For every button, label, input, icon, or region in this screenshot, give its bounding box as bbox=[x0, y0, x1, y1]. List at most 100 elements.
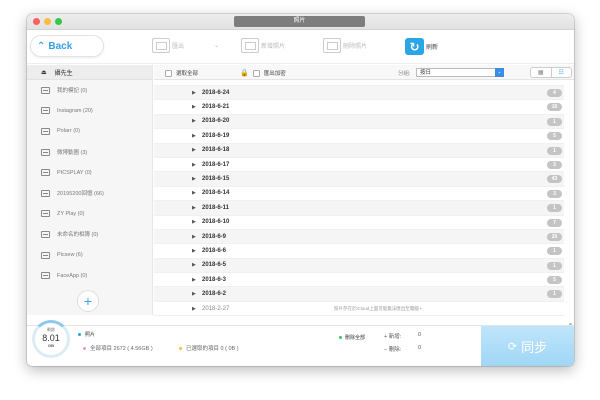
expand-triangle-icon[interactable]: ▶ bbox=[192, 219, 196, 225]
export-button[interactable]: 匯出 ⌄ bbox=[152, 38, 219, 53]
album-label: 未命名的相簿 (0) bbox=[57, 232, 99, 239]
sidebar-item[interactable]: 20195200回憶 (66) bbox=[27, 183, 152, 204]
table-row[interactable]: ▶ 2018-6-2 1 bbox=[154, 287, 564, 302]
refresh-button[interactable]: ↻ 刷新 bbox=[405, 38, 438, 55]
table-row[interactable]: ▶ 2018-6-14 3 bbox=[154, 187, 564, 202]
table-row[interactable]: ▶ 2018-2-27 照片存在於iCloud上面可能無法匯出至電腦 • bbox=[154, 301, 564, 317]
expand-triangle-icon[interactable]: ▶ bbox=[192, 90, 196, 96]
row-date: 2018-6-9 bbox=[202, 233, 227, 240]
table-row[interactable]: ▶ 2018-6-5 1 bbox=[154, 258, 564, 274]
photos-legend: 照片 bbox=[78, 331, 95, 338]
yellow-dot-icon bbox=[179, 346, 182, 350]
count-badge: 1 bbox=[547, 261, 562, 270]
row-date: 2018-6-21 bbox=[202, 104, 230, 111]
delete-photo-button[interactable]: 刪除照片 bbox=[323, 38, 367, 53]
add-album-button[interactable]: + bbox=[77, 290, 99, 312]
lock-icon: 🔒 bbox=[240, 70, 249, 77]
close-window-button[interactable] bbox=[33, 18, 40, 25]
expand-triangle-icon[interactable]: ▶ bbox=[192, 277, 196, 283]
grid-view-button[interactable]: ▦ bbox=[531, 68, 551, 77]
sidebar-item[interactable]: 未命名的相簿 (0) bbox=[27, 224, 152, 245]
sidebar-header[interactable]: ⏏ 攝先生 bbox=[27, 65, 152, 80]
new-photo-button[interactable]: 新增照片 bbox=[241, 38, 285, 53]
table-row[interactable]: ▶ 2018-6-11 1 bbox=[154, 201, 564, 216]
delete-count-label: − 刪除: bbox=[384, 347, 402, 353]
photos-label: 照片 bbox=[85, 332, 96, 338]
checkbox-icon bbox=[165, 69, 172, 77]
photo-list-panel: 選取全部 🔒 匯出加密 分組: 按日 ⌄ ▦ ☷ ▶ 2018-6-24 4 ▶ 20… bbox=[154, 65, 574, 337]
refresh-label: 刷新 bbox=[426, 45, 439, 51]
expand-triangle-icon[interactable]: ▶ bbox=[192, 306, 196, 312]
expand-triangle-icon[interactable]: ▶ bbox=[192, 162, 196, 168]
count-badge: 16 bbox=[547, 103, 562, 112]
list-view-button[interactable]: ☷ bbox=[550, 68, 572, 77]
count-badge: 3 bbox=[547, 160, 562, 169]
minimize-window-button[interactable] bbox=[44, 18, 51, 25]
sidebar-item[interactable]: Instagram (20) bbox=[27, 101, 152, 122]
table-row[interactable]: ▶ 2018-6-18 1 bbox=[154, 143, 564, 158]
table-row[interactable]: ▶ 2018-6-3 5 bbox=[154, 273, 564, 288]
sidebar-item[interactable]: PICSPLAY (0) bbox=[27, 162, 152, 183]
expand-triangle-icon[interactable]: ▶ bbox=[192, 118, 196, 124]
green-dot-icon bbox=[339, 336, 342, 339]
table-row[interactable]: ▶ 2018-6-19 5 bbox=[154, 129, 564, 144]
back-button[interactable]: ⌃ Back bbox=[30, 35, 104, 57]
table-row[interactable]: ▶ 2018-6-15 43 bbox=[154, 172, 564, 187]
count-badge: 1 bbox=[547, 117, 562, 126]
album-label: FaceApp (0) bbox=[57, 272, 88, 279]
expand-triangle-icon[interactable]: ▶ bbox=[192, 104, 196, 110]
expand-triangle-icon[interactable]: ▶ bbox=[192, 291, 196, 297]
sidebar-item[interactable]: ZY Play (0) bbox=[27, 204, 152, 225]
album-icon bbox=[41, 251, 50, 259]
expand-triangle-icon[interactable]: ▶ bbox=[192, 248, 196, 254]
delete-all-toggle[interactable]: 刪除全部 bbox=[339, 334, 365, 341]
group-by-select[interactable]: 按日 ⌄ bbox=[416, 68, 504, 77]
group-by-label: 分組: bbox=[398, 71, 411, 77]
table-row[interactable]: ▶ 2018-6-20 1 bbox=[154, 114, 564, 130]
expand-triangle-icon[interactable]: ▶ bbox=[192, 205, 196, 211]
album-label: 我的模記 (0) bbox=[57, 88, 88, 95]
expand-triangle-icon[interactable]: ▶ bbox=[192, 176, 196, 182]
expand-triangle-icon[interactable]: ▶ bbox=[192, 133, 196, 139]
sidebar-item[interactable]: 微博動圖 (3) bbox=[27, 142, 152, 163]
all-items-summary: 全部項目 2672 ( 4.56GB ) bbox=[83, 344, 153, 352]
traffic-lights bbox=[33, 18, 62, 25]
album-label: Instagram (20) bbox=[57, 107, 93, 114]
sidebar: ⏏ 攝先生 我的模記 (0) Instagram (20) Polarr (0)… bbox=[27, 65, 153, 315]
table-row[interactable]: ▶ 2018-6-21 16 bbox=[154, 100, 564, 115]
row-date: 2018-6-6 bbox=[202, 247, 227, 254]
table-row[interactable]: ▶ 2018-6-24 4 bbox=[154, 86, 564, 101]
table-row[interactable]: ▶ 2018-6-9 20 bbox=[154, 229, 564, 245]
delete-all-label: 刪除全部 bbox=[345, 335, 366, 341]
storage-unit: GB bbox=[48, 343, 54, 348]
select-all-checkbox[interactable]: 選取全部 bbox=[165, 69, 198, 77]
sync-button[interactable]: ⟳ 同步 bbox=[481, 326, 574, 366]
count-badge: 4 bbox=[547, 89, 562, 97]
table-row[interactable]: ▶ 2018-6-6 1 bbox=[154, 244, 564, 259]
export-encrypted-checkbox[interactable]: 🔒 匯出加密 bbox=[240, 69, 286, 77]
album-label: 20195200回憶 (66) bbox=[57, 191, 104, 198]
new-photo-label: 新增照片 bbox=[261, 44, 286, 50]
row-date: 2018-6-18 bbox=[202, 147, 230, 154]
table-row[interactable]: ▶ 2018-6-10 7 bbox=[154, 216, 564, 230]
date-group-list: ▶ 2018-6-24 4 ▶ 2018-6-21 16 ▶ 2018-6-20 1 ▶ 20… bbox=[154, 80, 564, 322]
group-by-value: 按日 bbox=[420, 70, 432, 76]
add-count-value: 0 bbox=[418, 332, 422, 338]
album-label: 微博動圖 (3) bbox=[57, 150, 88, 157]
sidebar-item[interactable]: FaceApp (0) bbox=[27, 265, 152, 286]
expand-triangle-icon[interactable]: ▶ bbox=[192, 234, 196, 240]
sidebar-item[interactable]: Polarr (0) bbox=[27, 121, 152, 142]
export-icon bbox=[152, 38, 170, 53]
sidebar-item[interactable]: 我的模記 (0) bbox=[27, 80, 152, 101]
app-window: 照片 ⌃ Back 匯出 ⌄ 新增照片 刪除照片 ↻ 刷新 ⏏ 攝先生 我的模記… bbox=[27, 14, 574, 366]
expand-triangle-icon[interactable]: ▶ bbox=[192, 262, 196, 268]
expand-triangle-icon[interactable]: ▶ bbox=[192, 190, 196, 196]
sidebar-item[interactable]: Picsew (6) bbox=[27, 245, 152, 266]
export-label: 匯出 bbox=[172, 44, 185, 50]
zoom-window-button[interactable] bbox=[55, 18, 62, 25]
count-badge: 1 bbox=[547, 146, 562, 155]
row-date: 2018-6-5 bbox=[202, 262, 227, 269]
export-dropdown-icon[interactable]: ⌄ bbox=[214, 42, 219, 49]
table-row[interactable]: ▶ 2018-6-17 3 bbox=[154, 158, 564, 173]
expand-triangle-icon[interactable]: ▶ bbox=[192, 147, 196, 153]
